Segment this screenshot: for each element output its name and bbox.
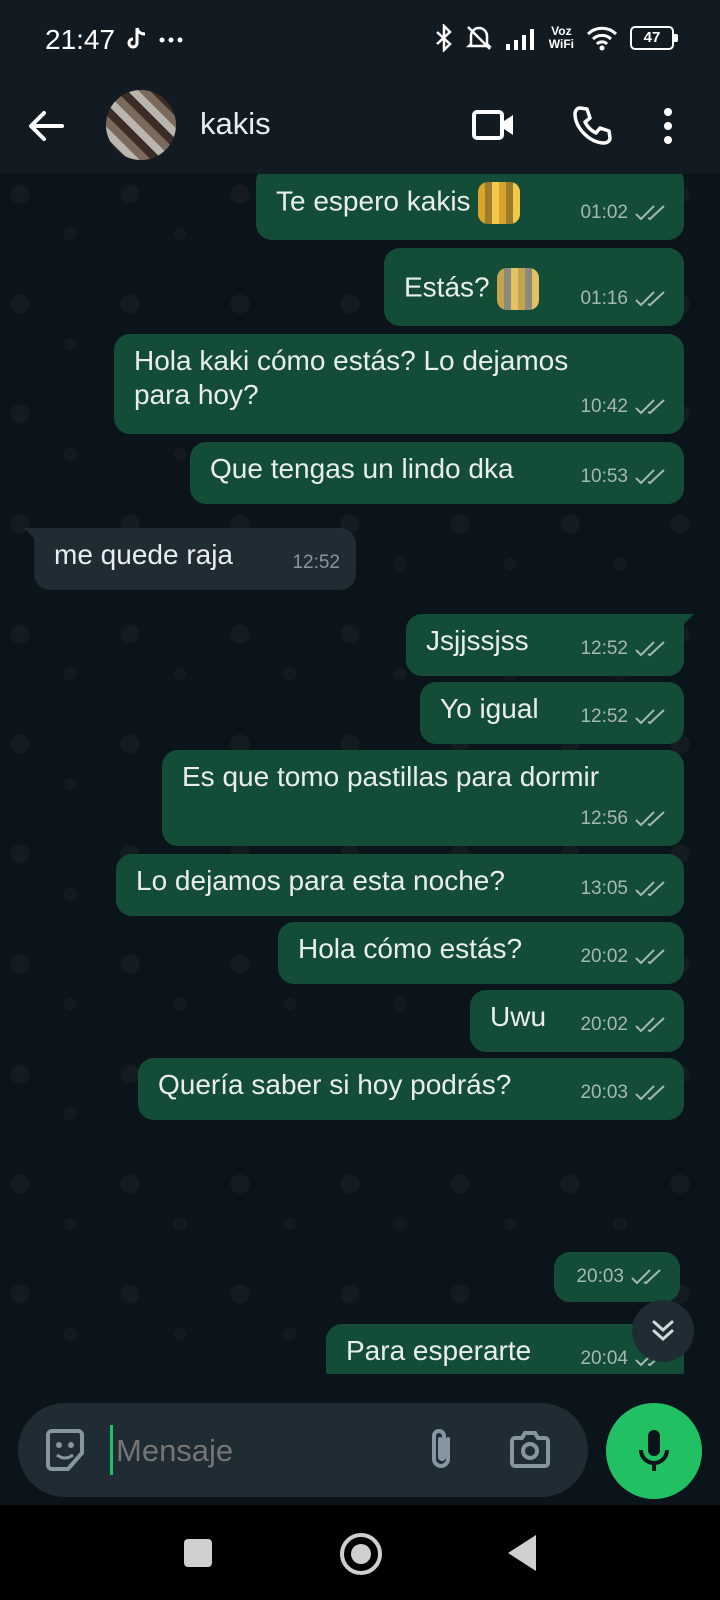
message-bubble[interactable]: Estás? 01:16 — [384, 248, 684, 326]
more-dots-icon — [159, 37, 183, 43]
phone-icon[interactable] — [572, 104, 614, 146]
double-check-icon — [635, 1085, 665, 1101]
message-time: 12:52 — [292, 552, 340, 573]
message-time: 10:42 — [580, 396, 628, 417]
voice-record-button[interactable] — [606, 1403, 702, 1499]
message-bubble[interactable]: Quería saber si hoy podrás? 20:03 — [138, 1058, 684, 1120]
tiktok-icon — [127, 27, 146, 49]
double-check-icon — [635, 469, 665, 485]
back-arrow-icon[interactable] — [26, 106, 66, 146]
message-bubble[interactable]: me quede raja 12:52 — [24, 528, 356, 590]
status-bar: 21:47 Voz WiFi 47 — [0, 0, 720, 80]
video-call-icon[interactable] — [472, 106, 516, 144]
vowifi-bottom: WiFi — [548, 37, 574, 51]
double-chevron-down-icon — [652, 1320, 674, 1342]
message-bubble[interactable]: Es que tomo pastillas para dormir 12:56 — [162, 750, 684, 846]
message-time: 12:52 — [580, 706, 628, 727]
message-time: 20:02 — [580, 946, 628, 967]
message-time: 12:52 — [580, 638, 628, 659]
message-time: 10:53 — [580, 466, 628, 487]
message-text: Uwu — [490, 1001, 547, 1032]
blurred-emoji-icon — [497, 268, 540, 310]
message-text: Hola kaki cómo estás? Lo dejamos para ho… — [134, 345, 569, 410]
message-bubble[interactable]: Yo igual 12:52 — [420, 682, 684, 744]
double-check-icon — [635, 1017, 665, 1033]
blurred-emoji-icon — [478, 182, 521, 224]
message-text: Yo igual — [440, 693, 539, 724]
message-bubble[interactable]: Jsjjssjss 12:52 — [406, 614, 694, 676]
message-time: 01:16 — [580, 288, 628, 309]
scroll-to-bottom-button[interactable] — [632, 1300, 694, 1362]
message-time: 20:04 — [580, 1348, 628, 1369]
message-text: Jsjjssjss — [426, 625, 529, 656]
message-input[interactable] — [114, 1425, 398, 1477]
message-time: 20:03 — [576, 1266, 624, 1287]
battery-icon: 47 — [630, 26, 678, 50]
double-check-icon — [635, 205, 665, 221]
message-time: 12:56 — [580, 808, 628, 829]
double-check-icon — [631, 1269, 661, 1285]
chat-messages[interactable]: Te espero kakis 01:02 Estás? 01:16 Hola … — [0, 174, 720, 1374]
contact-avatar[interactable] — [106, 90, 176, 160]
message-bubble[interactable]: Que tengas un lindo dka 10:53 — [190, 442, 684, 504]
text-cursor — [110, 1425, 113, 1475]
chat-header: kakis — [0, 80, 720, 174]
battery-level: 47 — [643, 29, 661, 46]
message-bubble[interactable]: Uwu 20:02 — [470, 990, 684, 1052]
status-time: 21:47 — [45, 24, 116, 55]
message-time: 01:02 — [580, 202, 628, 223]
message-time: 20:02 — [580, 1014, 628, 1035]
message-text: Lo dejamos para esta noche? — [136, 865, 505, 896]
double-check-icon — [635, 709, 665, 725]
message-text: Es que tomo pastillas para dormir — [182, 761, 600, 792]
sticker-icon[interactable] — [42, 1427, 88, 1473]
message-bubble[interactable]: Te espero kakis 01:02 — [256, 174, 684, 240]
recents-icon[interactable] — [184, 1539, 212, 1567]
message-text: Quería saber si hoy podrás? — [158, 1069, 512, 1100]
message-text: Para esperarte — [346, 1335, 532, 1366]
mic-icon — [639, 1430, 669, 1471]
vowifi-label: Voz WiFi — [549, 25, 574, 51]
double-check-icon — [635, 291, 665, 307]
message-bubble[interactable]: 20:03 — [554, 1252, 680, 1302]
nav-back-icon[interactable] — [508, 1535, 536, 1571]
double-check-icon — [635, 641, 665, 657]
message-bubble[interactable]: Hola cómo estás? 20:02 — [278, 922, 684, 984]
message-time: 20:03 — [580, 1082, 628, 1103]
message-text: Te espero kakis — [276, 185, 471, 217]
message-text: Que tengas un lindo dka — [210, 453, 514, 484]
message-time: 13:05 — [580, 878, 628, 899]
double-check-icon — [635, 811, 665, 827]
message-bubble[interactable]: Hola kaki cómo estás? Lo dejamos para ho… — [114, 334, 684, 434]
message-composer — [18, 1403, 588, 1497]
bluetooth-icon — [435, 24, 452, 52]
double-check-icon — [635, 399, 665, 415]
bell-off-icon — [465, 26, 492, 50]
home-icon[interactable] — [340, 1533, 382, 1575]
camera-icon[interactable] — [508, 1427, 552, 1471]
message-bubble[interactable]: Para esperarte 20:04 — [326, 1324, 684, 1374]
more-vert-icon[interactable] — [662, 106, 674, 146]
message-bubble[interactable]: Lo dejamos para esta noche? 13:05 — [116, 854, 684, 916]
system-navigation-bar — [0, 1505, 720, 1600]
wifi-icon — [586, 26, 618, 51]
double-check-icon — [635, 949, 665, 965]
message-text: me quede raja — [54, 539, 234, 570]
message-text: Hola cómo estás? — [298, 933, 523, 964]
message-text: Estás? — [404, 271, 490, 303]
attach-icon[interactable] — [422, 1427, 460, 1473]
contact-name[interactable]: kakis — [200, 106, 271, 142]
double-check-icon — [635, 881, 665, 897]
signal-icon — [505, 29, 534, 50]
